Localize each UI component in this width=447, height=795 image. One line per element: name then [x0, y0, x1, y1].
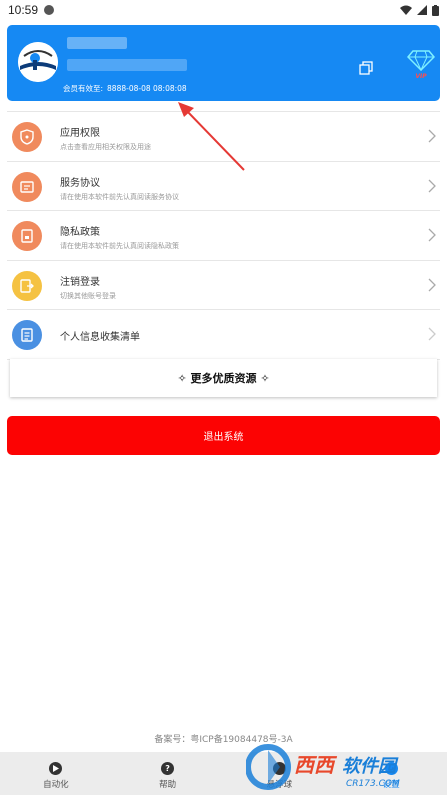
logout-icon: [12, 270, 42, 301]
avatar-logo-icon: [18, 42, 58, 82]
menu-title: 隐私政策: [60, 227, 100, 238]
wifi-icon: [400, 5, 412, 15]
play-icon: [49, 762, 63, 775]
chevron-right-icon: [428, 327, 436, 341]
status-time: 10:59: [8, 3, 39, 17]
signal-icon: [417, 5, 427, 15]
watermark-logo: 西西 软件园 CR173.COM: [245, 742, 426, 792]
menu-item-app-permissions[interactable]: 应用权限 点击查看应用相关权限及用途: [7, 112, 440, 162]
username-redacted: [67, 37, 127, 49]
menu-item-personal-info-list[interactable]: 个人信息收集清单: [7, 310, 440, 360]
tab-help[interactable]: ? 帮助: [112, 752, 224, 795]
svg-text:软件园: 软件园: [342, 756, 399, 777]
menu-item-privacy-policy[interactable]: 隐私政策 请在使用本软件前先认真阅读隐私政策: [7, 211, 440, 261]
menu-item-service-agreement[interactable]: 服务协议 请在使用本软件前先认真阅读服务协议: [7, 162, 440, 211]
membership-expiry: 会员有效至: 8888-08-08 08:08:08: [63, 83, 187, 94]
lock-icon: [12, 221, 42, 251]
menu-subtitle: 请在使用本软件前先认真阅读服务协议: [60, 192, 179, 201]
tab-label: 自动化: [43, 780, 69, 790]
membership-label: 会员有效至:: [63, 84, 104, 93]
menu-title: 注销登录: [60, 276, 100, 288]
copy-icon[interactable]: [359, 61, 373, 75]
tab-label: 帮助: [159, 780, 177, 790]
vip-label: VIP: [415, 73, 427, 80]
chevron-right-icon: [428, 228, 436, 242]
userid-redacted: [67, 59, 187, 71]
menu-subtitle: 点击查看应用相关权限及用途: [60, 143, 151, 151]
menu-subtitle: 切换其他账号登录: [60, 291, 116, 300]
chevron-right-icon: [428, 129, 436, 143]
notification-icon: [44, 5, 55, 15]
shield-icon: [12, 122, 42, 152]
menu-title: 服务协议: [60, 177, 100, 189]
svg-text:西西: 西西: [294, 753, 338, 777]
clipboard-icon: [12, 320, 42, 350]
document-icon: [12, 171, 42, 202]
status-bar: 10:59: [0, 0, 447, 20]
avatar[interactable]: [18, 42, 58, 82]
menu-subtitle: 请在使用本软件前先认真阅读隐私政策: [60, 242, 179, 250]
membership-date: 8888-08-08 08:08:08: [107, 84, 187, 93]
status-icons: [400, 4, 439, 16]
help-icon: ?: [161, 762, 175, 775]
logout-button[interactable]: 退出系统: [7, 416, 440, 455]
menu-item-sign-out[interactable]: 注销登录 切换其他账号登录: [7, 261, 440, 310]
vip-diamond-icon[interactable]: VIP: [406, 49, 436, 80]
menu-title: 个人信息收集清单: [60, 332, 140, 343]
chevron-right-icon: [428, 179, 436, 192]
svg-text:CR173.COM: CR173.COM: [346, 779, 400, 789]
chevron-right-icon: [428, 278, 436, 291]
menu-title: 应用权限: [60, 128, 100, 139]
tab-automation[interactable]: 自动化: [0, 752, 112, 795]
more-resources-button[interactable]: ✧ 更多优质资源 ✧: [10, 359, 437, 397]
settings-menu: 应用权限 点击查看应用相关权限及用途 服务协议 请在使用本软件前先认真阅读服务协…: [7, 111, 440, 360]
profile-card[interactable]: 会员有效至: 8888-08-08 08:08:08 VIP: [7, 25, 440, 101]
battery-icon: [432, 4, 439, 16]
